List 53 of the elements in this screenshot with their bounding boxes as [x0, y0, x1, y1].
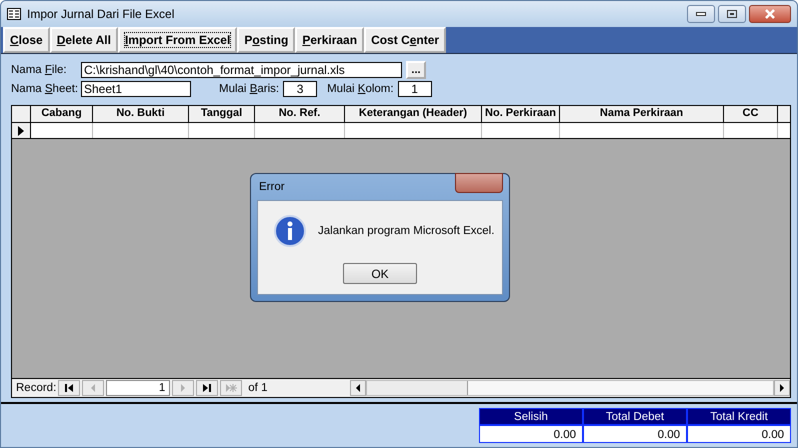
browse-button[interactable]: ...: [406, 61, 426, 79]
field-label: Mulai Kolom:: [327, 83, 394, 95]
new-record-icon: [226, 383, 237, 393]
scroll-left-icon: [355, 384, 361, 392]
total-value: 0.00: [687, 425, 791, 443]
toolbar-button[interactable]: Delete All: [50, 27, 118, 53]
horizontal-scrollbar[interactable]: [350, 380, 790, 396]
field-label: Mulai Baris:: [219, 83, 280, 95]
column-header[interactable]: Nama Perkiraan: [560, 106, 724, 122]
column-header[interactable]: Cabang: [31, 106, 93, 122]
toolbar-button[interactable]: Perkiraan: [295, 27, 364, 53]
column-header[interactable]: CC: [724, 106, 778, 122]
total-value: 0.00: [479, 425, 583, 443]
column-header[interactable]: No. Perkiraan: [482, 106, 560, 122]
first-record-button[interactable]: [58, 380, 80, 396]
sheet-name-field[interactable]: Sheet1: [81, 81, 191, 97]
column-header[interactable]: No. Bukti: [93, 106, 189, 122]
toolbar-button[interactable]: Close: [3, 27, 50, 53]
window-title: Impor Jurnal Dari File Excel: [27, 7, 176, 21]
toolbar-button[interactable]: Cost Center: [364, 27, 446, 53]
minimize-button[interactable]: [687, 5, 715, 23]
last-record-icon: [202, 383, 213, 393]
record-number-field[interactable]: 1: [106, 380, 170, 396]
field-label: Nama File:: [11, 64, 68, 76]
maximize-icon: [727, 10, 737, 18]
record-label: Record:: [16, 382, 56, 394]
maximize-button[interactable]: [718, 5, 746, 23]
file-path-field[interactable]: C:\krishand\gl\40\contoh_format_impor_jurnal.xls: [81, 62, 402, 78]
toolbar-button[interactable]: Import From Excel: [118, 27, 238, 53]
scroll-right-icon: [779, 384, 785, 392]
field-label: Nama Sheet:: [11, 83, 80, 95]
close-button[interactable]: [749, 5, 791, 23]
column-header[interactable]: No. Ref.: [255, 106, 345, 122]
info-icon: [274, 215, 306, 247]
dialog-message: Jalankan program Microsoft Excel.: [318, 225, 494, 237]
minimize-icon: [696, 12, 706, 16]
column-header[interactable]: Keterangan (Header): [345, 106, 482, 122]
last-record-button[interactable]: [196, 380, 218, 396]
toolbar-button[interactable]: Posting: [237, 27, 296, 53]
totals-header: Selisih: [479, 408, 583, 425]
totals-header: Total Kredit: [687, 408, 791, 425]
close-icon: [764, 9, 776, 19]
number-field[interactable]: 3: [283, 81, 318, 97]
dialog-title: Error: [258, 181, 286, 193]
ok-button[interactable]: OK: [343, 263, 417, 284]
totals-header: Total Debet: [583, 408, 687, 425]
record-count: of 1: [248, 382, 268, 394]
first-record-icon: [64, 383, 75, 393]
dialog-close-button[interactable]: [455, 173, 503, 193]
column-header[interactable]: Tanggal: [189, 106, 255, 122]
total-value: 0.00: [583, 425, 687, 443]
form-icon: [7, 8, 21, 20]
number-field[interactable]: 1: [398, 81, 432, 97]
